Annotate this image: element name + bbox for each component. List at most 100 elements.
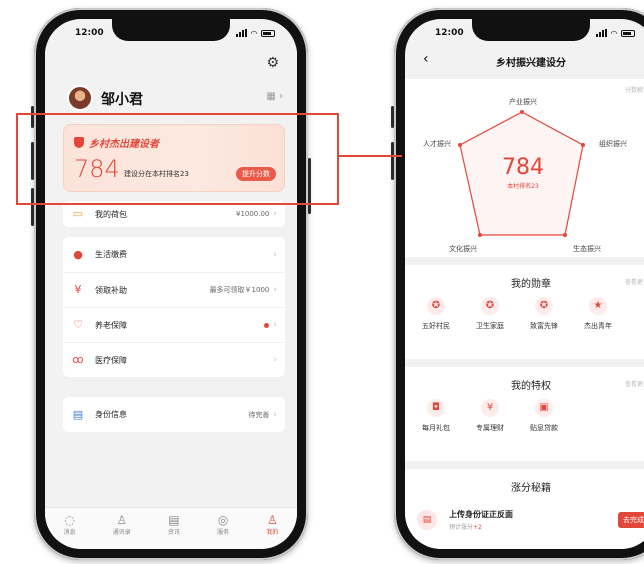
loan-icon: ▣ [535,399,553,417]
user-name: 邹小君 [101,92,143,108]
service-label: 生活缴费 [95,250,127,259]
privilege-label: 每月礼包 [422,424,450,432]
privilege-item[interactable]: ▣ 贴息贷款 [517,399,571,433]
medal-item[interactable]: ✪ 卫生家庭 [463,297,517,331]
service-row-medical[interactable]: ꝏ 医疗保障 › [63,342,285,377]
tab-news[interactable]: ▤ 资讯 [168,513,180,536]
tab-bar: ◌ 消息 ♙ 通讯录 ▤ 资讯 ◎ 服务 ♙ 我的 [45,507,297,549]
heart-shield-icon: ♡ [73,318,83,331]
status-time: 12:00 [435,28,464,38]
medals-card: 我的勋章 查看更多 ✪ 五好村民 ✪ 卫生家庭 ✪ 致富先锋 ★ 杰出青年 [405,265,644,359]
medal-icon: ★ [589,297,607,315]
service-label: 养老保障 [95,320,127,330]
tab-label: 我的 [266,529,279,536]
highlight-box [16,113,339,205]
chevron-right-icon: › [273,209,277,219]
tab-mine[interactable]: ♙ 我的 [266,513,278,536]
boost-card: 涨分秘籍 ▤ 上传身份证正反面 预计涨分+2 去完成 [405,469,644,549]
chevron-right-icon: › [273,249,277,260]
service-row-subsidy[interactable]: ¥ 领取补助 最多可领取￥1000 › [63,272,285,307]
service-label: 医疗保障 [95,355,127,365]
identity-card[interactable]: ▤ 身份信息 待完善 › [63,397,285,432]
tab-contacts[interactable]: ♙ 通讯录 [113,513,131,536]
wallet-value: ¥1000.00 [235,210,270,218]
task-points: +2 [473,524,482,531]
page-title: 乡村振兴建设分 [496,57,566,69]
notification-dot [264,322,270,328]
settings-icon[interactable]: ⚙ [266,55,279,71]
right-screen: 12:00 ◠ ‹ 乡村振兴建设分 分数解读 784 本村排名23 [405,19,644,549]
back-icon[interactable]: ‹ [423,51,429,67]
chevron-right-icon: › [273,355,277,365]
medal-label: 致富先锋 [530,322,558,330]
battery-icon [621,29,635,37]
chevron-right-icon: › [273,409,277,420]
radar-point [563,233,567,237]
tab-label: 消息 [63,529,76,536]
privilege-item[interactable]: ¥ 专属理财 [463,399,517,433]
wifi-icon: ◠ [250,28,257,38]
boost-title: 涨分秘籍 [511,483,551,494]
radar-card: 分数解读 784 本村排名23 产业振兴 组织振兴 生态振兴 文化振兴 人才振兴 [405,79,644,257]
service-row-bill[interactable]: ● 生活缴费 › [63,237,285,272]
qr-code-icon[interactable]: ▦ › [266,91,283,102]
privileges-card: 我的特权 查看更多 ◘ 每月礼包 ¥ 专属理财 ▣ 贴息贷款 [405,367,644,461]
tab-label: 服务 [217,529,230,536]
privilege-item[interactable]: ◘ 每月礼包 [409,399,463,433]
axis-label-talent: 人才振兴 [423,140,451,148]
radar-point [478,233,482,237]
user-icon: ♙ [266,513,278,527]
axis-label-organization: 组织振兴 [599,140,627,148]
task-row: ▤ 上传身份证正反面 预计涨分+2 去完成 [417,505,644,535]
medal-icon: ✪ [481,297,499,315]
task-subtitle: 预计涨分+2 [449,522,618,531]
privilege-label: 专属理财 [476,424,504,432]
status-icons: ◠ [595,28,635,38]
chat-icon: ◌ [64,513,75,527]
radar-point [520,110,524,114]
tab-services[interactable]: ◎ 服务 [217,513,229,536]
id-card-icon: ▤ [417,510,437,530]
compass-icon: ◎ [217,513,229,527]
yuan-icon: ¥ [481,399,499,417]
privileges-more-link[interactable]: 查看更多 [625,379,644,388]
notch [472,19,590,41]
medals-more-link[interactable]: 查看更多 [625,277,644,286]
news-icon: ▤ [168,513,180,527]
wallet-icon: ▭ [72,207,84,220]
id-card-icon: ▤ [72,407,84,421]
nav-bar: ‹ 乡村振兴建设分 [405,47,644,75]
medal-item[interactable]: ✪ 五好村民 [409,297,463,331]
avatar[interactable] [67,85,93,111]
mute-switch [391,106,394,128]
medal-label: 杰出青年 [584,322,612,330]
left-screen: 12:00 ◠ ⚙ 邹小君 ▦ › 乡村杰出建设者 784 建设分在本村排名23… [45,19,297,549]
medal-icon: ✪ [535,297,553,315]
tab-messages[interactable]: ◌ 消息 [64,513,76,536]
identity-value: 待完善 [248,410,270,419]
task-title: 上传身份证正反面 [449,510,513,519]
left-phone: 12:00 ◠ ⚙ 邹小君 ▦ › 乡村杰出建设者 784 建设分在本村排名23… [31,8,311,560]
radar-point [581,143,585,147]
medal-icon: ✪ [427,297,445,315]
services-list: ● 生活缴费 › ¥ 领取补助 最多可领取￥1000 › ♡ 养老保障 › ꝏ … [63,237,285,377]
status-time: 12:00 [75,28,104,38]
gift-icon: ◘ [427,399,445,417]
axis-label-culture: 文化振兴 [449,245,477,253]
contacts-icon: ♙ [116,513,128,527]
axis-label-industry: 产业振兴 [509,98,537,106]
right-phone: 12:00 ◠ ‹ 乡村振兴建设分 分数解读 784 本村排名23 [391,8,644,560]
medal-item[interactable]: ✪ 致富先锋 [517,297,571,331]
medal-label: 五好村民 [422,322,450,330]
status-icons: ◠ [235,28,275,38]
medal-item[interactable]: ★ 杰出青年 [571,297,625,331]
stethoscope-icon: ꝏ [72,353,84,366]
radar-point [458,143,462,147]
wifi-icon: ◠ [610,28,617,38]
signal-icon [595,29,607,37]
service-row-pension[interactable]: ♡ 养老保障 › [63,307,285,342]
radar-rank: 本村排名23 [507,183,539,190]
notch [112,19,230,41]
tab-label: 通讯录 [112,529,131,536]
complete-task-button[interactable]: 去完成 [618,512,644,528]
